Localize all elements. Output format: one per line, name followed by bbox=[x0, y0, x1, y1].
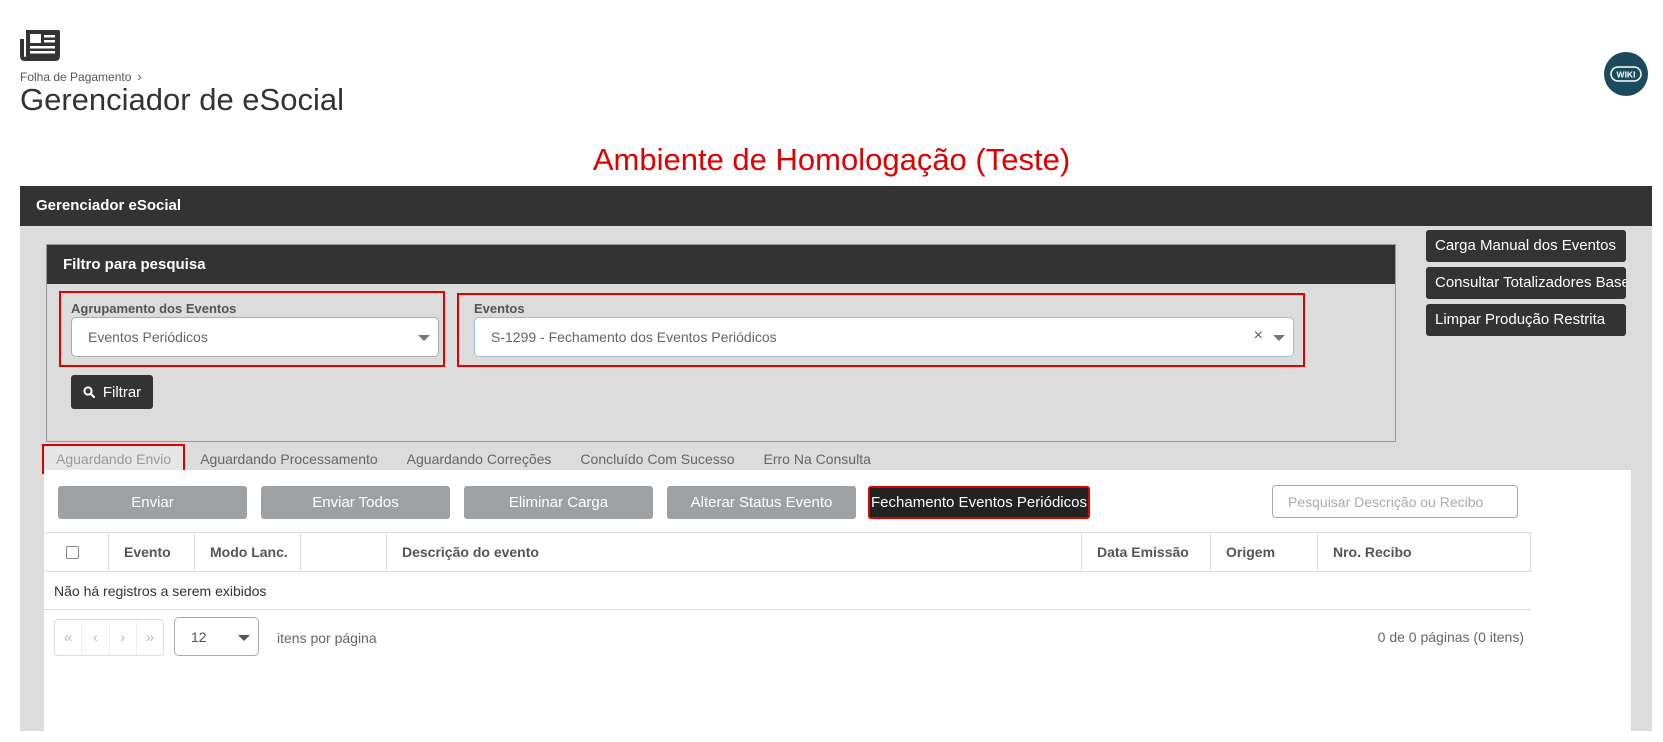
events-grid: Evento Modo Lanc. Descrição do evento Da… bbox=[44, 532, 1531, 610]
change-status-button[interactable]: Alterar Status Evento bbox=[667, 486, 856, 519]
chevron-down-icon bbox=[1273, 335, 1285, 341]
tab-content: Enviar Enviar Todos Eliminar Carga Alter… bbox=[44, 470, 1631, 733]
page-size-value: 12 bbox=[191, 629, 207, 645]
column-header[interactable]: Origem bbox=[1211, 533, 1318, 572]
chevron-down-icon bbox=[238, 635, 250, 641]
pager-nav: « ‹ › » bbox=[54, 619, 164, 656]
page-info: 0 de 0 páginas (0 itens) bbox=[1377, 629, 1524, 645]
wiki-label: WIKI bbox=[1617, 70, 1636, 80]
column-header[interactable]: Data Emissão bbox=[1082, 533, 1211, 572]
filter-button-label: Filtrar bbox=[102, 383, 142, 401]
panel-title: Gerenciador eSocial bbox=[20, 186, 1652, 226]
close-periodic-events-button[interactable]: Fechamento Eventos Periódicos bbox=[868, 486, 1090, 519]
page-size-select[interactable]: 12 bbox=[174, 617, 259, 656]
events-select[interactable]: S-1299 - Fechamento dos Eventos Periódic… bbox=[474, 317, 1294, 357]
column-header[interactable]: Descrição do evento bbox=[387, 533, 1082, 572]
column-header[interactable]: Modo Lanc. bbox=[195, 533, 301, 572]
select-all-checkbox[interactable] bbox=[66, 546, 79, 559]
group-select-value: Eventos Periódicos bbox=[88, 329, 208, 345]
grid-header: Evento Modo Lanc. Descrição do evento Da… bbox=[44, 532, 1531, 572]
filter-box: Filtro para pesquisa Agrupamento dos Eve… bbox=[46, 244, 1396, 442]
manual-load-button[interactable]: Carga Manual dos Eventos bbox=[1426, 230, 1626, 262]
esocial-panel: Gerenciador eSocial Filtro para pesquisa… bbox=[20, 186, 1652, 733]
select-all-column bbox=[44, 533, 109, 572]
last-page-icon[interactable]: » bbox=[137, 620, 163, 655]
search-icon bbox=[83, 386, 95, 398]
empty-message: Não há registros a serem exibidos bbox=[44, 572, 1531, 610]
column-header[interactable]: Nro. Recibo bbox=[1318, 533, 1531, 572]
clear-restricted-button[interactable]: Limpar Produção Restrita bbox=[1426, 304, 1626, 336]
send-button[interactable]: Enviar bbox=[58, 486, 247, 519]
prev-page-icon[interactable]: ‹ bbox=[82, 620, 110, 655]
events-select-value: S-1299 - Fechamento dos Eventos Periódic… bbox=[491, 329, 777, 345]
chevron-down-icon bbox=[418, 335, 430, 341]
delete-load-button[interactable]: Eliminar Carga bbox=[464, 486, 653, 519]
wiki-button[interactable]: WIKI bbox=[1604, 52, 1648, 96]
clear-icon[interactable]: × bbox=[1254, 327, 1263, 345]
group-label: Agrupamento dos Eventos bbox=[71, 301, 237, 316]
events-label: Eventos bbox=[474, 301, 525, 316]
search-input[interactable] bbox=[1272, 485, 1518, 518]
filter-title: Filtro para pesquisa bbox=[47, 245, 1395, 284]
group-select[interactable]: Eventos Periódicos bbox=[71, 317, 439, 357]
column-header[interactable]: Evento bbox=[109, 533, 195, 572]
send-all-button[interactable]: Enviar Todos bbox=[261, 486, 450, 519]
wiki-icon: WIKI bbox=[1610, 66, 1642, 82]
totalizers-button[interactable]: Consultar Totalizadores Base bbox=[1426, 267, 1626, 299]
environment-banner: Ambiente de Homologação (Teste) bbox=[592, 142, 1071, 177]
page-title: Gerenciador de eSocial bbox=[20, 82, 344, 117]
newspaper-icon bbox=[20, 30, 60, 61]
column-header[interactable] bbox=[301, 533, 387, 572]
next-page-icon[interactable]: › bbox=[110, 620, 137, 655]
filter-button[interactable]: Filtrar bbox=[71, 375, 153, 409]
per-page-label: itens por página bbox=[277, 630, 377, 646]
first-page-icon[interactable]: « bbox=[55, 620, 83, 655]
pager: « ‹ › » 12 itens por página 0 de 0 págin… bbox=[44, 610, 1531, 665]
